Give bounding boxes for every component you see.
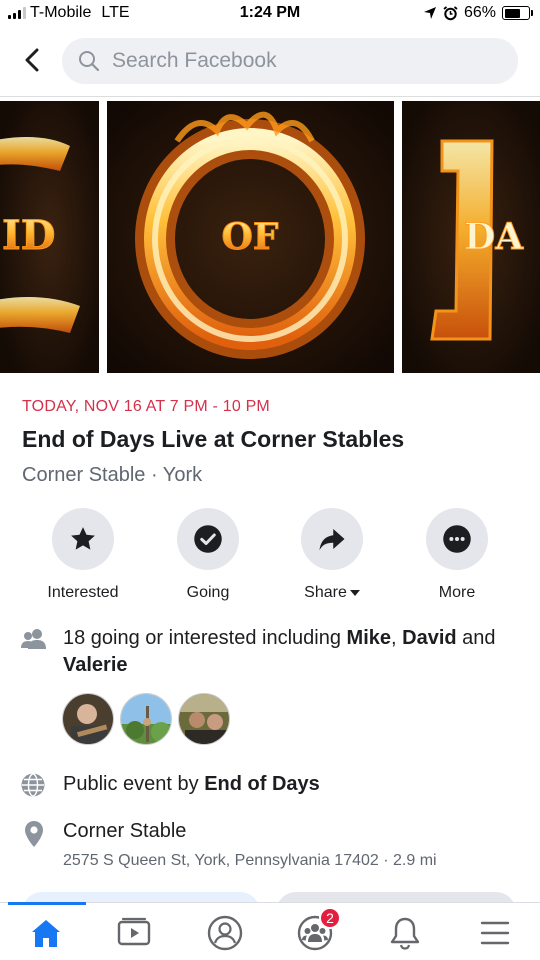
check-icon (194, 525, 222, 553)
share-button[interactable]: Share (270, 508, 394, 602)
share-label: Share (270, 584, 394, 602)
privacy-prefix: Public event by (63, 773, 205, 795)
share-label-text: Share (304, 584, 347, 601)
cover-tile-3: DA (402, 101, 540, 373)
attendee-avatars (62, 693, 230, 745)
more-label: More (438, 584, 476, 601)
attendee-name-2[interactable]: David (402, 627, 456, 649)
going-label: Going (186, 584, 230, 601)
menu-icon (480, 921, 510, 945)
interested-button[interactable]: Interested (21, 508, 145, 602)
status-bar: T-Mobile LTE 1:24 PM 66% (0, 0, 540, 30)
cover-text-2: OF (222, 216, 279, 258)
search-bar[interactable] (62, 38, 518, 84)
cover-text-3: DA (464, 216, 524, 258)
attendance-and: and (456, 627, 496, 649)
tab-home[interactable] (26, 913, 66, 953)
alarm-icon (443, 5, 458, 20)
header (0, 32, 540, 92)
battery-percent: 66% (463, 4, 496, 21)
event-date: TODAY, NOV 16 AT 7 PM - 10 PM (22, 398, 270, 415)
event-host[interactable]: End of Days (204, 773, 320, 795)
venue-name: Corner Stable (63, 820, 187, 842)
search-icon (79, 51, 100, 72)
avatar[interactable] (178, 693, 230, 745)
watch-icon (117, 917, 151, 946)
interested-circle (52, 508, 114, 570)
back-button[interactable] (16, 44, 48, 76)
share-circle (301, 508, 363, 570)
avatar[interactable] (62, 693, 114, 745)
home-icon (32, 920, 60, 947)
location-pin-icon (25, 821, 43, 847)
more-circle (426, 508, 488, 570)
profile-icon (207, 915, 243, 951)
tab-watch[interactable] (114, 913, 154, 953)
location-arrow-icon (423, 7, 436, 19)
going-circle (177, 508, 239, 570)
tab-groups[interactable]: 2 (295, 907, 341, 953)
cover-tile-1: ID (0, 101, 99, 373)
attendance-text: 18 going or interested including Mike, D… (63, 625, 523, 679)
people-icon (21, 629, 46, 649)
venue-text: Corner Stable 2575 S Queen St, York, Pen… (63, 818, 523, 871)
chevron-left-icon (25, 48, 39, 72)
ellipsis-icon (443, 525, 471, 553)
tab-menu[interactable] (475, 913, 515, 953)
caret-down-icon (349, 590, 360, 596)
tab-notifications[interactable] (385, 913, 425, 953)
avatar[interactable] (120, 693, 172, 745)
battery-icon (502, 6, 533, 20)
more-button[interactable]: More (395, 508, 519, 602)
interested-label: Interested (47, 584, 119, 601)
groups-badge: 2 (319, 907, 341, 929)
event-location-line[interactable]: Corner Stable · York (22, 464, 522, 487)
attendee-name-3[interactable]: Valerie (63, 654, 128, 676)
active-tab-indicator (8, 902, 86, 905)
share-arrow-icon (319, 529, 345, 551)
search-input[interactable] (112, 49, 492, 73)
attendance-prefix: 18 going or interested including (63, 627, 347, 649)
globe-icon (21, 773, 45, 797)
attendance-separator: , (391, 627, 403, 649)
cover-text-1: ID (2, 212, 55, 259)
star-icon (71, 527, 95, 550)
event-actions: Interested Going Share More (0, 508, 540, 608)
status-right: 66% (423, 4, 533, 22)
event-info: TODAY, NOV 16 AT 7 PM - 10 PM End of Day… (22, 398, 522, 487)
privacy-text: Public event by End of Days (63, 771, 523, 798)
cover-tile-2: OF (107, 101, 394, 373)
attendee-name-1[interactable]: Mike (347, 627, 391, 649)
venue-address: 2575 S Queen St, York, Pennsylvania 1740… (63, 852, 437, 869)
going-button[interactable]: Going (146, 508, 270, 602)
tab-profile[interactable] (205, 913, 245, 953)
notifications-icon (390, 917, 420, 950)
event-title: End of Days Live at Corner Stables (22, 426, 405, 452)
event-cover-photo[interactable]: ID OF DA (0, 96, 540, 376)
bottom-tab-bar: 2 (0, 902, 540, 960)
